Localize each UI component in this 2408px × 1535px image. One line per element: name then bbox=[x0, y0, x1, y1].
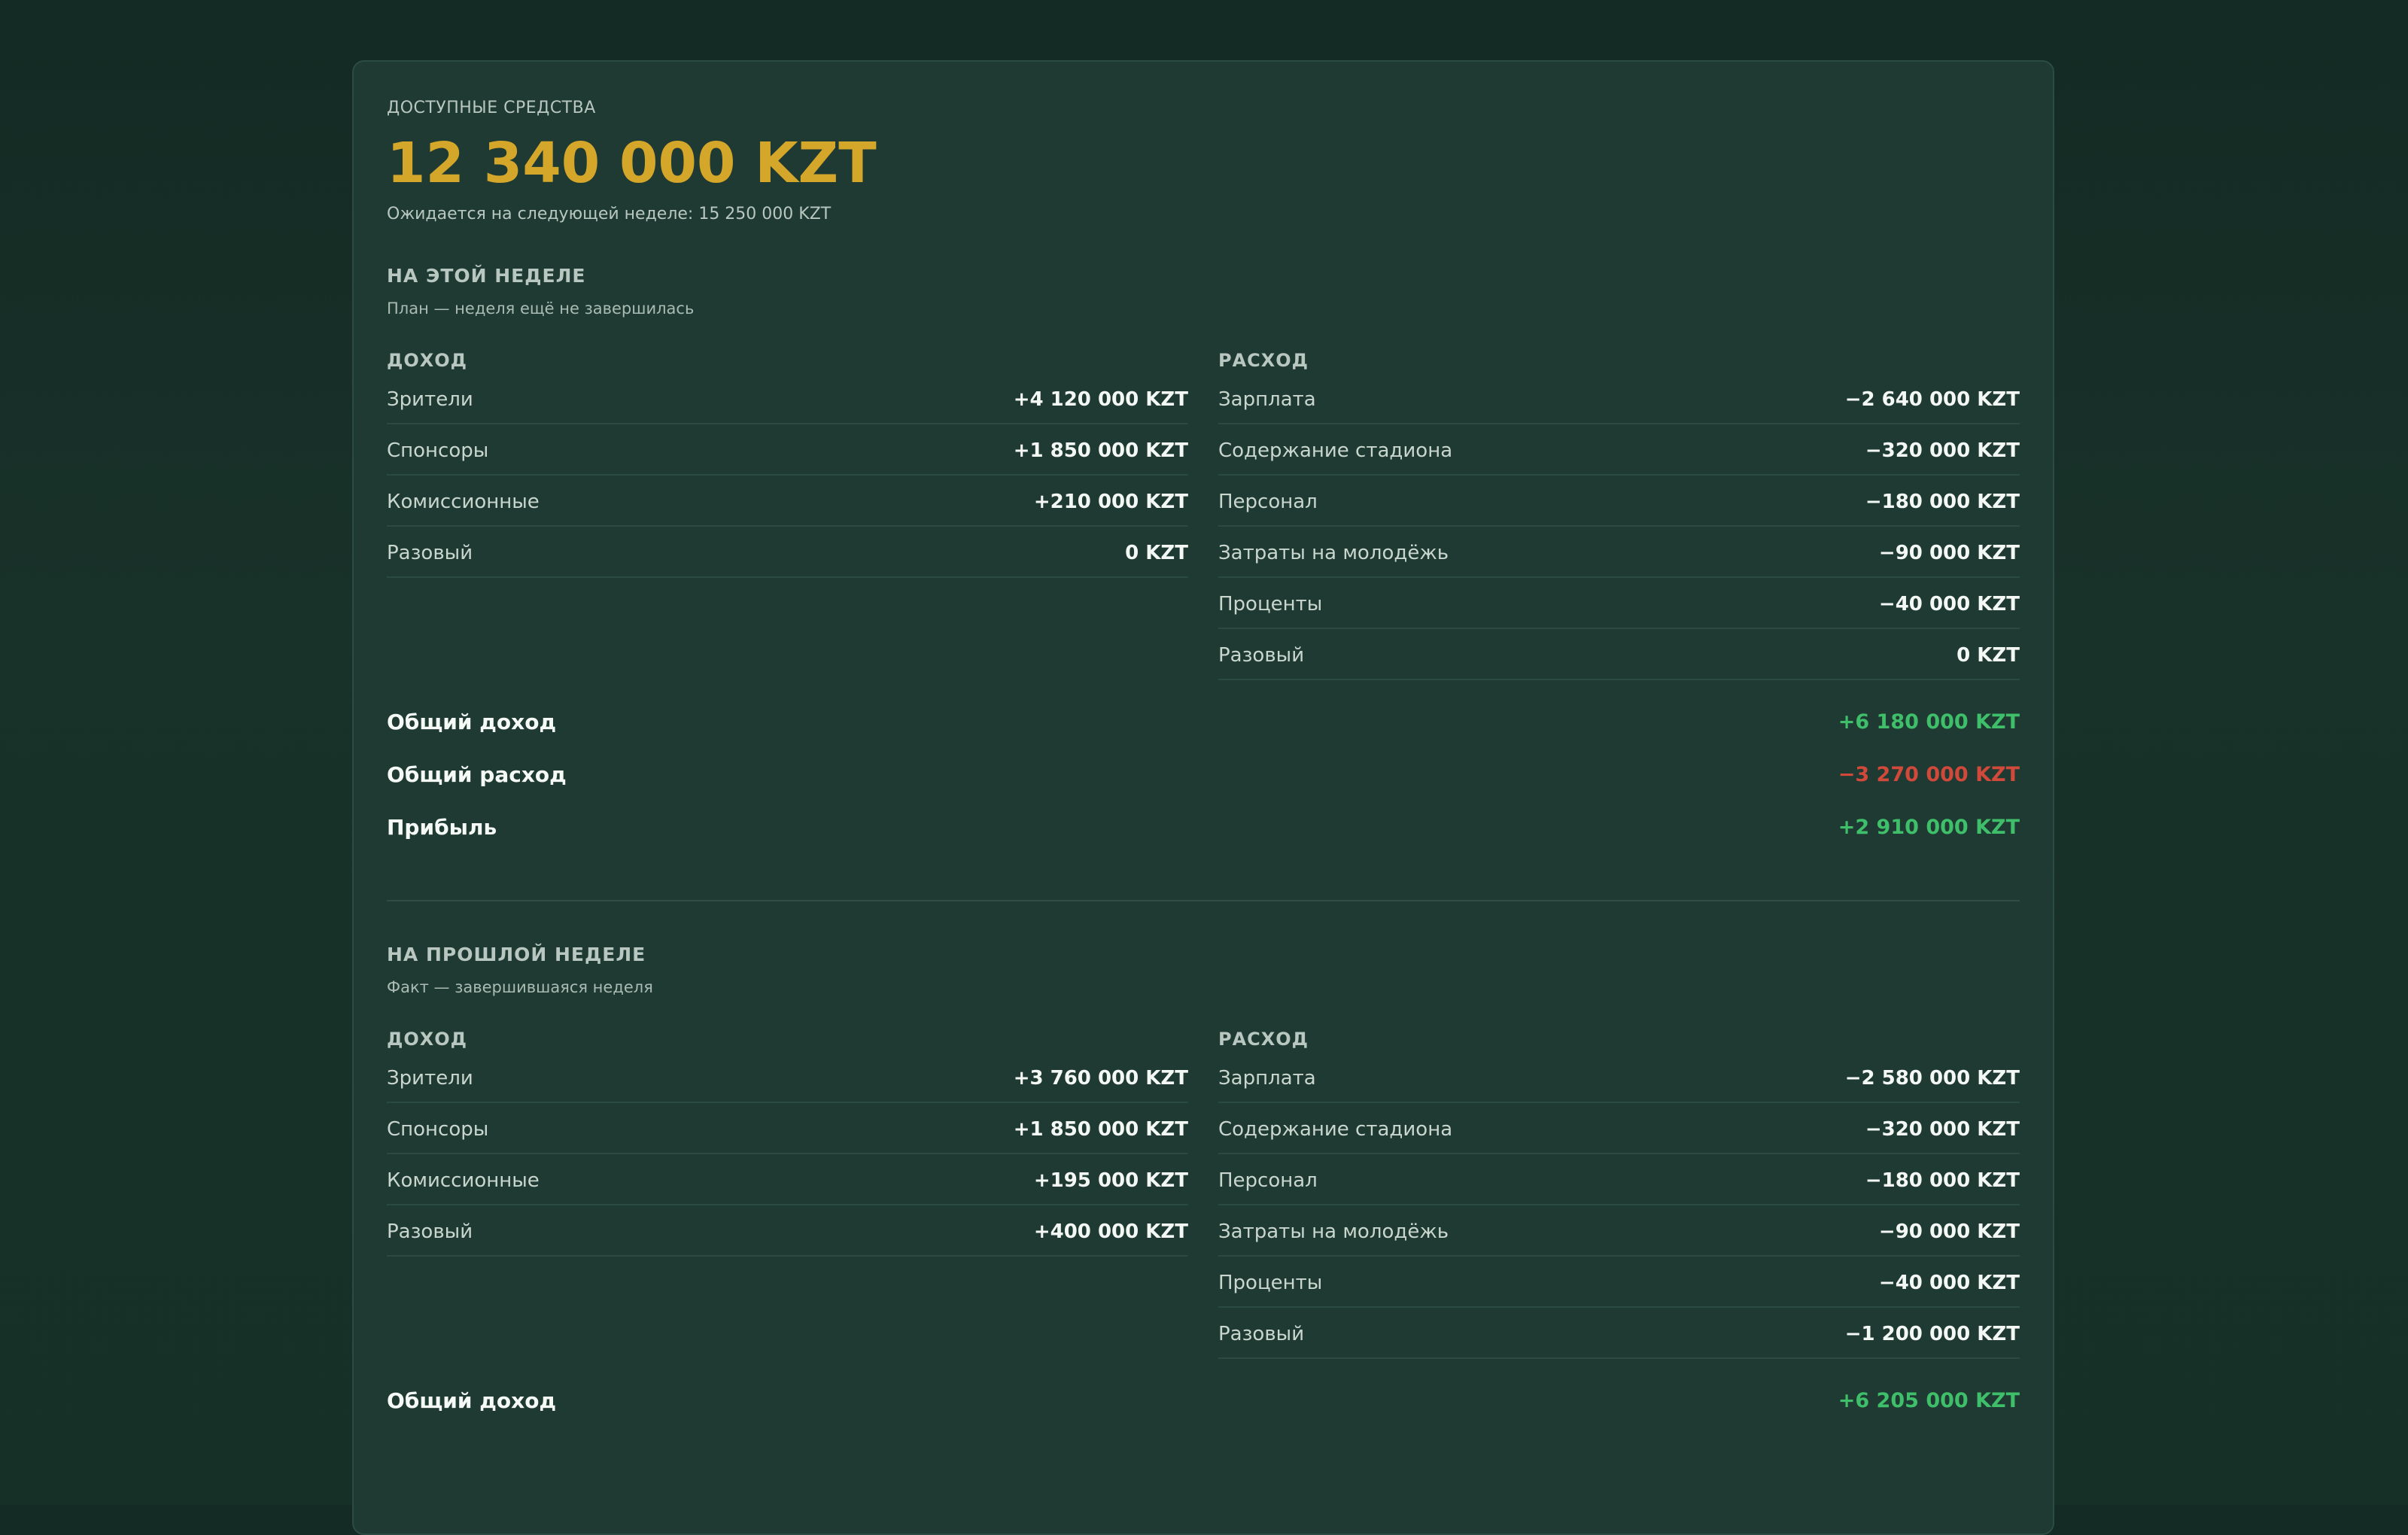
section-subtitle: Факт — завершившаяся неделя bbox=[387, 978, 653, 996]
this-week-columns: ДОХОД Зрители +4 120 000 KZT Спонсоры +1… bbox=[387, 348, 2020, 680]
expense-column: РАСХОД Зарплата −2 640 000 KZT Содержани… bbox=[1218, 348, 2020, 680]
item-name: Зрители bbox=[387, 388, 473, 411]
income-column: ДОХОД Зрители +4 120 000 KZT Спонсоры +1… bbox=[387, 348, 1188, 680]
list-item: Затраты на молодёжь −90 000 KZT bbox=[1218, 527, 2020, 578]
item-name: Зарплата bbox=[1218, 1067, 1316, 1090]
this-week-totals: Общий доход +6 180 000 KZT Общий расход … bbox=[387, 695, 2020, 853]
section-title: НА ПРОШЛОЙ НЕДЕЛЕ bbox=[387, 944, 646, 965]
list-item: Спонсоры +1 850 000 KZT bbox=[387, 1103, 1188, 1154]
item-value: 0 KZT bbox=[1125, 542, 1188, 564]
total-income-label: Общий доход bbox=[387, 709, 557, 734]
list-item: Комиссионные +210 000 KZT bbox=[387, 476, 1188, 527]
balance-amount: 12 340 000 KZT bbox=[387, 131, 877, 196]
this-week-section: НА ЭТОЙ НЕДЕЛЕ План — неделя ещё не заве… bbox=[387, 263, 2020, 853]
item-name: Содержание стадиона bbox=[1218, 1118, 1453, 1141]
section-subtitle: План — неделя ещё не завершилась bbox=[387, 299, 695, 318]
item-name: Проценты bbox=[1218, 1272, 1323, 1294]
item-name: Зарплата bbox=[1218, 388, 1316, 411]
item-value: −90 000 KZT bbox=[1878, 542, 2020, 564]
item-value: +1 850 000 KZT bbox=[1013, 439, 1188, 462]
item-value: +3 760 000 KZT bbox=[1013, 1067, 1188, 1090]
profit-label: Прибыль bbox=[387, 814, 497, 840]
income-title: ДОХОД bbox=[387, 350, 468, 371]
item-name: Персонал bbox=[1218, 1169, 1318, 1192]
item-value: +4 120 000 KZT bbox=[1013, 388, 1188, 411]
list-item: Комиссионные +195 000 KZT bbox=[387, 1154, 1188, 1205]
income-title: ДОХОД bbox=[387, 1029, 468, 1050]
item-value: +1 850 000 KZT bbox=[1013, 1118, 1188, 1141]
item-value: −320 000 KZT bbox=[1865, 1118, 2020, 1141]
total-income-value: +6 205 000 KZT bbox=[1838, 1388, 2020, 1412]
item-name: Зрители bbox=[387, 1067, 473, 1090]
total-income-label: Общий доход bbox=[387, 1388, 557, 1413]
list-item: Проценты −40 000 KZT bbox=[1218, 578, 2020, 629]
list-item: Содержание стадиона −320 000 KZT bbox=[1218, 424, 2020, 476]
list-item: Персонал −180 000 KZT bbox=[1218, 1154, 2020, 1205]
item-name: Комиссионные bbox=[387, 1169, 540, 1192]
expense-title: РАСХОД bbox=[1218, 350, 1309, 371]
list-item: Спонсоры +1 850 000 KZT bbox=[387, 424, 1188, 476]
item-value: +400 000 KZT bbox=[1033, 1220, 1188, 1243]
list-item: Зарплата −2 640 000 KZT bbox=[1218, 373, 2020, 424]
list-item: Зрители +3 760 000 KZT bbox=[387, 1052, 1188, 1103]
section-divider bbox=[387, 900, 2020, 901]
last-week-section: НА ПРОШЛОЙ НЕДЕЛЕ Факт — завершившаяся н… bbox=[387, 942, 2020, 1427]
item-name: Разовый bbox=[387, 542, 473, 564]
item-value: +210 000 KZT bbox=[1033, 491, 1188, 513]
list-item: Зарплата −2 580 000 KZT bbox=[1218, 1052, 2020, 1103]
item-name: Разовый bbox=[387, 1220, 473, 1243]
last-week-totals: Общий доход +6 205 000 KZT bbox=[387, 1374, 2020, 1427]
item-value: −1 200 000 KZT bbox=[1844, 1323, 2020, 1345]
item-name: Разовый bbox=[1218, 644, 1305, 667]
expense-column: РАСХОД Зарплата −2 580 000 KZT Содержани… bbox=[1218, 1026, 2020, 1359]
balance-label: ДОСТУПНЫЕ СРЕДСТВА bbox=[387, 99, 596, 117]
item-value: −180 000 KZT bbox=[1865, 491, 2020, 513]
list-item: Проценты −40 000 KZT bbox=[1218, 1257, 2020, 1308]
item-name: Разовый bbox=[1218, 1323, 1305, 1345]
total-income-row: Общий доход +6 180 000 KZT bbox=[387, 695, 2020, 748]
profit-value: +2 910 000 KZT bbox=[1838, 815, 2020, 839]
item-value: −40 000 KZT bbox=[1878, 593, 2020, 616]
total-income-value: +6 180 000 KZT bbox=[1838, 710, 2020, 734]
item-value: −90 000 KZT bbox=[1878, 1220, 2020, 1243]
list-item: Содержание стадиона −320 000 KZT bbox=[1218, 1103, 2020, 1154]
item-name: Персонал bbox=[1218, 491, 1318, 513]
total-income-row: Общий доход +6 205 000 KZT bbox=[387, 1374, 2020, 1427]
total-expense-value: −3 270 000 KZT bbox=[1838, 762, 2020, 786]
total-expense-label: Общий расход bbox=[387, 761, 567, 787]
finance-panel: ДОСТУПНЫЕ СРЕДСТВА 12 340 000 KZT Ожидае… bbox=[352, 60, 2054, 1535]
item-name: Содержание стадиона bbox=[1218, 439, 1453, 462]
list-item: Разовый 0 KZT bbox=[1218, 629, 2020, 680]
item-name: Спонсоры bbox=[387, 1118, 489, 1141]
item-value: −180 000 KZT bbox=[1865, 1169, 2020, 1192]
list-item: Разовый −1 200 000 KZT bbox=[1218, 1308, 2020, 1359]
income-column: ДОХОД Зрители +3 760 000 KZT Спонсоры +1… bbox=[387, 1026, 1188, 1359]
list-item: Зрители +4 120 000 KZT bbox=[387, 373, 1188, 424]
item-name: Комиссионные bbox=[387, 491, 540, 513]
item-name: Проценты bbox=[1218, 593, 1323, 616]
item-value: +195 000 KZT bbox=[1033, 1169, 1188, 1192]
list-item: Затраты на молодёжь −90 000 KZT bbox=[1218, 1205, 2020, 1257]
item-name: Затраты на молодёжь bbox=[1218, 542, 1449, 564]
list-item: Персонал −180 000 KZT bbox=[1218, 476, 2020, 527]
list-item: Разовый +400 000 KZT bbox=[387, 1205, 1188, 1257]
item-value: −2 640 000 KZT bbox=[1844, 388, 2020, 411]
profit-row: Прибыль +2 910 000 KZT bbox=[387, 801, 2020, 853]
last-week-columns: ДОХОД Зрители +3 760 000 KZT Спонсоры +1… bbox=[387, 1026, 2020, 1359]
item-name: Затраты на молодёжь bbox=[1218, 1220, 1449, 1243]
total-expense-row: Общий расход −3 270 000 KZT bbox=[387, 748, 2020, 801]
item-value: −2 580 000 KZT bbox=[1844, 1067, 2020, 1090]
item-value: −320 000 KZT bbox=[1865, 439, 2020, 462]
item-value: −40 000 KZT bbox=[1878, 1272, 2020, 1294]
expected-next-week: Ожидается на следующей неделе: 15 250 00… bbox=[387, 205, 832, 223]
list-item: Разовый 0 KZT bbox=[387, 527, 1188, 578]
item-name: Спонсоры bbox=[387, 439, 489, 462]
item-value: 0 KZT bbox=[1956, 644, 2020, 667]
expense-title: РАСХОД bbox=[1218, 1029, 1309, 1050]
section-title: НА ЭТОЙ НЕДЕЛЕ bbox=[387, 265, 586, 287]
